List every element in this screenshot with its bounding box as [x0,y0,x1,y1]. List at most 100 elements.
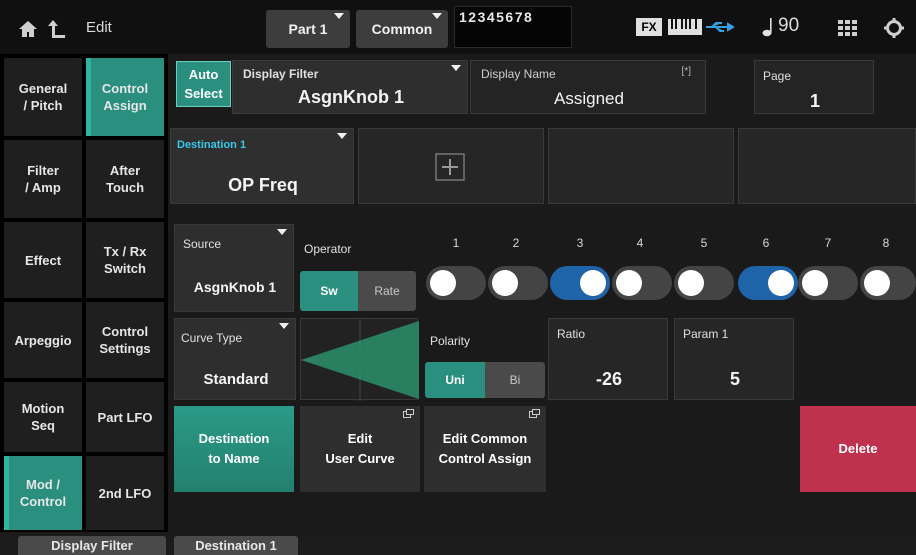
polarity-uni[interactable]: Uni [425,362,485,398]
nav-control-settings[interactable]: Control Settings [86,302,164,378]
destination-to-name-label: Destination to Name [198,431,270,466]
common-selector-label: Common [371,21,433,37]
nav-effect[interactable]: Effect [4,222,82,298]
toggle-knob [802,270,828,296]
bottom-tab-label: Destination 1 [195,538,277,553]
back-icon[interactable] [48,19,66,39]
nav-label: Effect [24,252,62,268]
fx-icon[interactable]: FX [636,18,662,36]
source-selector[interactable]: Source AsgnKnob 1 [174,224,294,312]
nav-arpeggio[interactable]: Arpeggio [4,302,82,378]
chevron-down-icon [337,133,347,139]
home-icon[interactable] [18,20,38,38]
operator-number: 5 [700,236,708,250]
screen-title: Edit [86,19,112,36]
page-field[interactable]: Page 1 [754,60,874,114]
auto-select-button[interactable]: Auto Select [176,61,231,107]
nav-label: Mod / Control [19,477,67,509]
nav-after-touch[interactable]: After Touch [86,140,164,218]
destination-label: Destination 1 [177,139,247,151]
nav-label: General / Pitch [18,81,68,113]
polarity-switch[interactable]: Uni Bi [425,362,545,398]
curve-type-value: Standard [203,371,269,388]
operator-5-toggle[interactable] [674,266,734,300]
operator-2-toggle[interactable] [488,266,548,300]
destination-4-slot [738,128,916,204]
part-numbers: 12345678 [459,9,534,25]
nav-general-pitch[interactable]: General / Pitch [4,58,82,136]
chevron-down-icon [334,13,344,19]
operator-4-toggle[interactable] [612,266,672,300]
part-selector[interactable]: Part 1 [266,10,350,48]
operator-mode-rate[interactable]: Rate [358,271,416,311]
operator-label: Operator [304,242,352,256]
polarity-label: Polarity [430,334,471,348]
curve-type-label: Curve Type [181,331,243,345]
nav-label: Tx / Rx Switch [103,244,147,276]
edit-user-curve-label: Edit User Curve [325,431,395,466]
operator-number: 3 [576,236,584,250]
destination-to-name-button[interactable]: Destination to Name [174,406,294,492]
toggle-knob [768,270,794,296]
operator-3-toggle[interactable] [550,266,610,300]
nav-mod-control[interactable]: Mod / Control [4,456,82,530]
edit-common-control-assign-button[interactable]: Edit Common Control Assign [424,406,546,492]
external-link-icon [403,409,414,418]
auto-select-label: Auto Select [184,67,223,101]
nav-control-assign[interactable]: Control Assign [86,58,164,136]
nav-tx-rx-switch[interactable]: Tx / Rx Switch [86,222,164,298]
gear-icon[interactable] [884,18,904,38]
add-icon[interactable] [435,153,465,181]
operator-8-toggle[interactable] [860,266,916,300]
operator-7-toggle[interactable] [798,266,858,300]
top-bar: Edit Part 1 Common 12345678 FX 90 [0,0,916,54]
display-filter-selector[interactable]: Display Filter AsgnKnob 1 [232,60,468,114]
curve-shape-graphic [301,319,419,401]
nav-label: After Touch [105,163,145,195]
source-value: AsgnKnob 1 [193,279,277,295]
nav-label: Motion Seq [21,401,65,433]
delete-label: Delete [838,441,878,456]
edit-common-label: Edit Common Control Assign [438,431,532,466]
operator-number: 8 [882,236,890,250]
bottom-tab-display-filter[interactable]: Display Filter [18,536,166,555]
operator-mode-switch[interactable]: Sw Rate [300,271,416,311]
operator-number: 2 [512,236,520,250]
param1-label: Param 1 [683,327,729,341]
edit-user-curve-button[interactable]: Edit User Curve [300,406,420,492]
destination-2-slot[interactable] [358,128,544,204]
toggle-knob [580,270,606,296]
bottom-tab-destination-1[interactable]: Destination 1 [174,536,298,555]
operator-number: 6 [762,236,770,250]
destination-1-selector[interactable]: Destination 1 OP Freq [170,128,354,204]
curve-type-selector[interactable]: Curve Type Standard [174,318,296,400]
chevron-down-icon [279,323,289,329]
chevron-down-icon [451,65,461,71]
curve-graph [300,318,419,401]
nav-label: Control Settings [99,324,151,356]
polarity-bi[interactable]: Bi [485,362,545,398]
nav-filter-amp[interactable]: Filter / Amp [4,140,82,218]
operator-number: 7 [824,236,832,250]
nav-label: 2nd LFO [98,485,152,501]
nav-label: Control Assign [101,81,149,113]
delete-button[interactable]: Delete [800,406,916,492]
display-name-field[interactable]: Display Name [*] Assigned [470,60,706,114]
part-number-display[interactable]: 12345678 [454,6,572,48]
operator-6-toggle[interactable] [738,266,798,300]
display-name-badge: [*] [681,66,691,77]
common-selector[interactable]: Common [356,10,448,48]
page-label: Page [763,69,792,83]
ratio-value: -26 [595,369,622,389]
ratio-field[interactable]: Ratio -26 [548,318,668,400]
toggle-knob [616,270,642,296]
nav-part-lfo[interactable]: Part LFO [86,382,164,452]
operator-number: 4 [636,236,644,250]
grid-menu-icon[interactable] [838,20,858,36]
operator-mode-sw[interactable]: Sw [300,271,358,311]
param1-field[interactable]: Param 1 5 [674,318,794,400]
nav-2nd-lfo[interactable]: 2nd LFO [86,456,164,530]
nav-motion-seq[interactable]: Motion Seq [4,382,82,452]
display-filter-label: Display Filter [243,67,319,81]
operator-1-toggle[interactable] [426,266,486,300]
